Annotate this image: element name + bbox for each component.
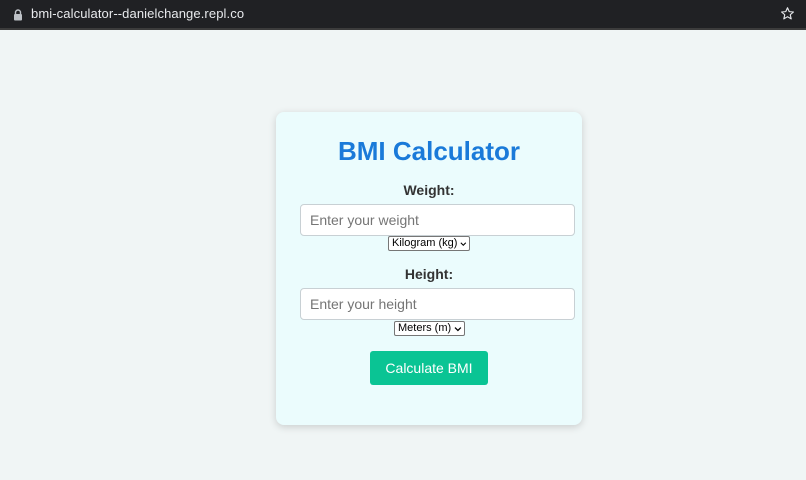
weight-input[interactable] — [300, 204, 575, 236]
weight-label: Weight: — [403, 182, 455, 198]
height-unit-select[interactable]: Meters (m) — [394, 321, 465, 336]
chevron-down-icon — [454, 326, 462, 331]
height-unit-selected: Meters (m) — [398, 322, 452, 334]
address-bar-url[interactable]: bmi-calculator--danielchange.repl.co — [31, 6, 244, 22]
weight-unit-select[interactable]: Kilogram (kg) — [388, 236, 470, 251]
height-input[interactable] — [300, 288, 575, 320]
height-label: Height: — [404, 266, 454, 282]
page-body: BMI Calculator Weight: Kilogram (kg) Hei… — [0, 30, 806, 480]
calculate-bmi-button[interactable]: Calculate BMI — [370, 351, 488, 385]
chevron-down-icon — [460, 241, 467, 246]
star-icon[interactable] — [780, 6, 795, 21]
page-title: BMI Calculator — [337, 136, 521, 166]
weight-unit-selected: Kilogram (kg) — [392, 237, 458, 249]
lock-icon[interactable] — [13, 9, 23, 21]
bmi-calculator-card: BMI Calculator Weight: Kilogram (kg) Hei… — [276, 112, 582, 425]
browser-address-bar: bmi-calculator--danielchange.repl.co — [0, 0, 806, 30]
